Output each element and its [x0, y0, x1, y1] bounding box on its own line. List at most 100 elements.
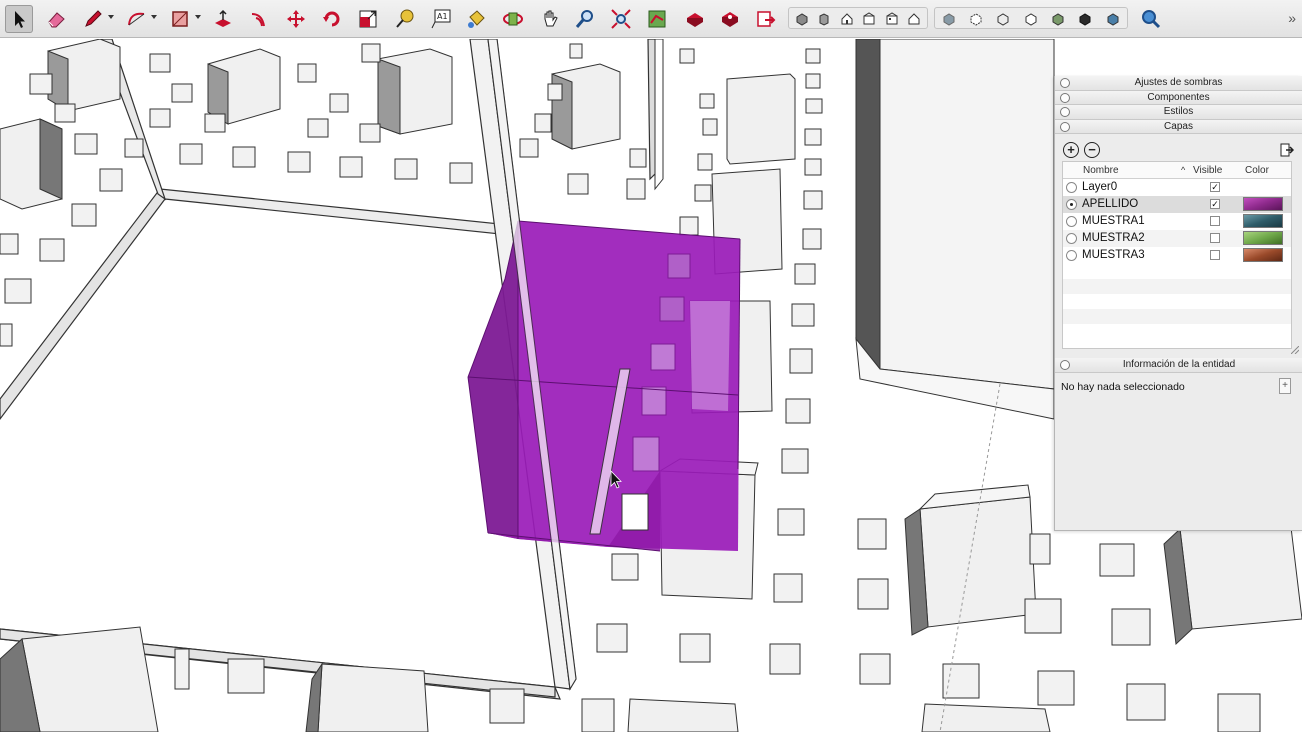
shadows-panel-header[interactable]: Ajustes de sombras [1055, 76, 1302, 91]
layer-name: MUESTRA2 [1082, 232, 1145, 244]
empty-row [1063, 264, 1291, 279]
tape-measure-tool-button[interactable] [391, 5, 419, 33]
rectangle-tool-button[interactable] [166, 5, 194, 33]
iso-view-icon[interactable] [794, 11, 810, 27]
add-layer-button[interactable]: + [1063, 142, 1079, 158]
entity-info-panel-header[interactable]: Información de la entidad [1055, 358, 1302, 373]
extension-warehouse-tool-button[interactable] [716, 5, 744, 33]
layer-visible-checkbox[interactable] [1210, 250, 1220, 260]
move-icon [287, 10, 305, 28]
layer-row-muestra1[interactable]: MUESTRA1 [1063, 213, 1291, 230]
magnifier-icon [575, 10, 593, 28]
left-view-icon[interactable] [906, 11, 922, 27]
text-tool-button[interactable]: A1 [427, 5, 455, 33]
empty-row [1063, 279, 1291, 294]
zoom-tool-button[interactable] [571, 5, 599, 33]
active-layer-radio[interactable] [1066, 250, 1077, 261]
zoom-extents-icon [611, 9, 631, 29]
column-color-header[interactable]: Color [1245, 165, 1269, 176]
push-pull-tool-button[interactable] [209, 5, 237, 33]
layers-table-header: Nombre ^ Visible Color [1063, 162, 1291, 179]
back-edges-style-icon[interactable] [968, 11, 984, 27]
collapse-toggle-icon[interactable] [1060, 360, 1070, 370]
default-tray-panel: Ajustes de sombras Componentes Estilos C… [1054, 76, 1302, 531]
zoom-extents-tool-button[interactable] [607, 5, 635, 33]
collapse-toggle-icon[interactable] [1060, 107, 1070, 117]
entity-info-panel-title: Información de la entidad [1122, 359, 1236, 370]
remove-layer-button[interactable]: − [1084, 142, 1100, 158]
layer-visible-checkbox[interactable] [1210, 216, 1220, 226]
monochrome-style-icon[interactable] [1105, 11, 1121, 27]
shape-dropdown-icon[interactable] [195, 15, 201, 19]
back-view-icon[interactable] [884, 11, 900, 27]
orbit-tool-button[interactable] [499, 5, 527, 33]
orbit-icon [503, 12, 523, 26]
layer-color-swatch[interactable] [1243, 231, 1283, 245]
right-building [855, 39, 1055, 420]
layer-color-swatch[interactable] [1243, 180, 1283, 194]
panel-resize-grip-icon[interactable] [1291, 346, 1299, 354]
scale-tool-button[interactable] [354, 5, 382, 33]
pencil-dropdown-icon[interactable] [108, 15, 114, 19]
collapse-toggle-icon[interactable] [1060, 92, 1070, 103]
collapse-toggle-icon[interactable] [1060, 78, 1070, 88]
layer-tools-bar: + − [1055, 140, 1302, 162]
arc-icon [128, 12, 145, 26]
layer-visible-checkbox[interactable]: ✓ [1210, 199, 1220, 209]
components-panel-header[interactable]: Componentes [1055, 90, 1302, 105]
arc-dropdown-icon[interactable] [151, 15, 157, 19]
eraser-tool-button[interactable] [42, 5, 70, 33]
layout-send-tool-button[interactable] [752, 5, 780, 33]
front-view-icon[interactable] [839, 11, 855, 27]
main-toolbar: A1 » [0, 0, 1302, 38]
collapse-toggle-icon[interactable] [1060, 121, 1070, 132]
warehouse-icon [687, 13, 703, 27]
shaded-textures-style-icon[interactable] [1077, 11, 1093, 27]
select-tool-button[interactable] [5, 5, 33, 33]
right-view-icon[interactable] [861, 11, 877, 27]
sort-indicator-icon[interactable]: ^ [1181, 165, 1185, 175]
layer-visible-checkbox[interactable]: ✓ [1210, 182, 1220, 192]
wireframe-style-icon[interactable] [995, 11, 1011, 27]
arc-tool-button[interactable] [123, 5, 151, 33]
layers-panel-header[interactable]: Capas [1055, 119, 1302, 134]
move-tool-button[interactable] [282, 5, 310, 33]
layer-row-layer0[interactable]: Layer0 ✓ [1063, 179, 1291, 196]
rotate-tool-button[interactable] [318, 5, 346, 33]
layer-color-swatch[interactable] [1243, 214, 1283, 228]
hidden-line-style-icon[interactable] [1023, 11, 1039, 27]
layer-color-swatch[interactable] [1243, 197, 1283, 211]
layers-table: Nombre ^ Visible Color Layer0 ✓ APELLIDO… [1062, 161, 1292, 349]
shaded-style-icon[interactable] [1050, 11, 1066, 27]
pencil-tool-button[interactable] [79, 5, 107, 33]
layer-row-muestra2[interactable]: MUESTRA2 [1063, 230, 1291, 247]
search-tool-button[interactable] [1137, 5, 1165, 33]
active-layer-radio[interactable] [1066, 216, 1077, 227]
pencil-icon [85, 10, 102, 27]
paint-bucket-tool-button[interactable] [462, 5, 490, 33]
layer-row-muestra3[interactable]: MUESTRA3 [1063, 247, 1291, 264]
column-name-header[interactable]: Nombre [1083, 165, 1119, 176]
xray-style-icon[interactable] [941, 11, 957, 27]
layer-color-swatch[interactable] [1243, 248, 1283, 262]
warehouse-tool-button[interactable] [681, 5, 709, 33]
offset-icon [251, 13, 265, 27]
styles-panel-header[interactable]: Estilos [1055, 105, 1302, 120]
offset-tool-button[interactable] [245, 5, 273, 33]
top-view-icon[interactable] [816, 11, 832, 27]
entity-info-expand-button[interactable]: + [1279, 378, 1291, 394]
components-panel-title: Componentes [1147, 91, 1210, 103]
layer-details-icon[interactable] [1280, 142, 1295, 158]
layer-row-apellido[interactable]: APELLIDO ✓ [1063, 196, 1291, 213]
pan-tool-button[interactable] [536, 5, 564, 33]
active-layer-radio[interactable] [1066, 199, 1077, 210]
column-visible-header[interactable]: Visible [1193, 165, 1222, 176]
map-location-tool-button[interactable] [643, 5, 671, 33]
active-layer-radio[interactable] [1066, 233, 1077, 244]
active-layer-radio[interactable] [1066, 182, 1077, 193]
layer-visible-checkbox[interactable] [1210, 233, 1220, 243]
scale-icon [359, 10, 377, 28]
toolbar-overflow-button[interactable]: » [1288, 10, 1296, 26]
search-icon [1142, 10, 1161, 29]
extension-warehouse-icon [722, 12, 738, 27]
